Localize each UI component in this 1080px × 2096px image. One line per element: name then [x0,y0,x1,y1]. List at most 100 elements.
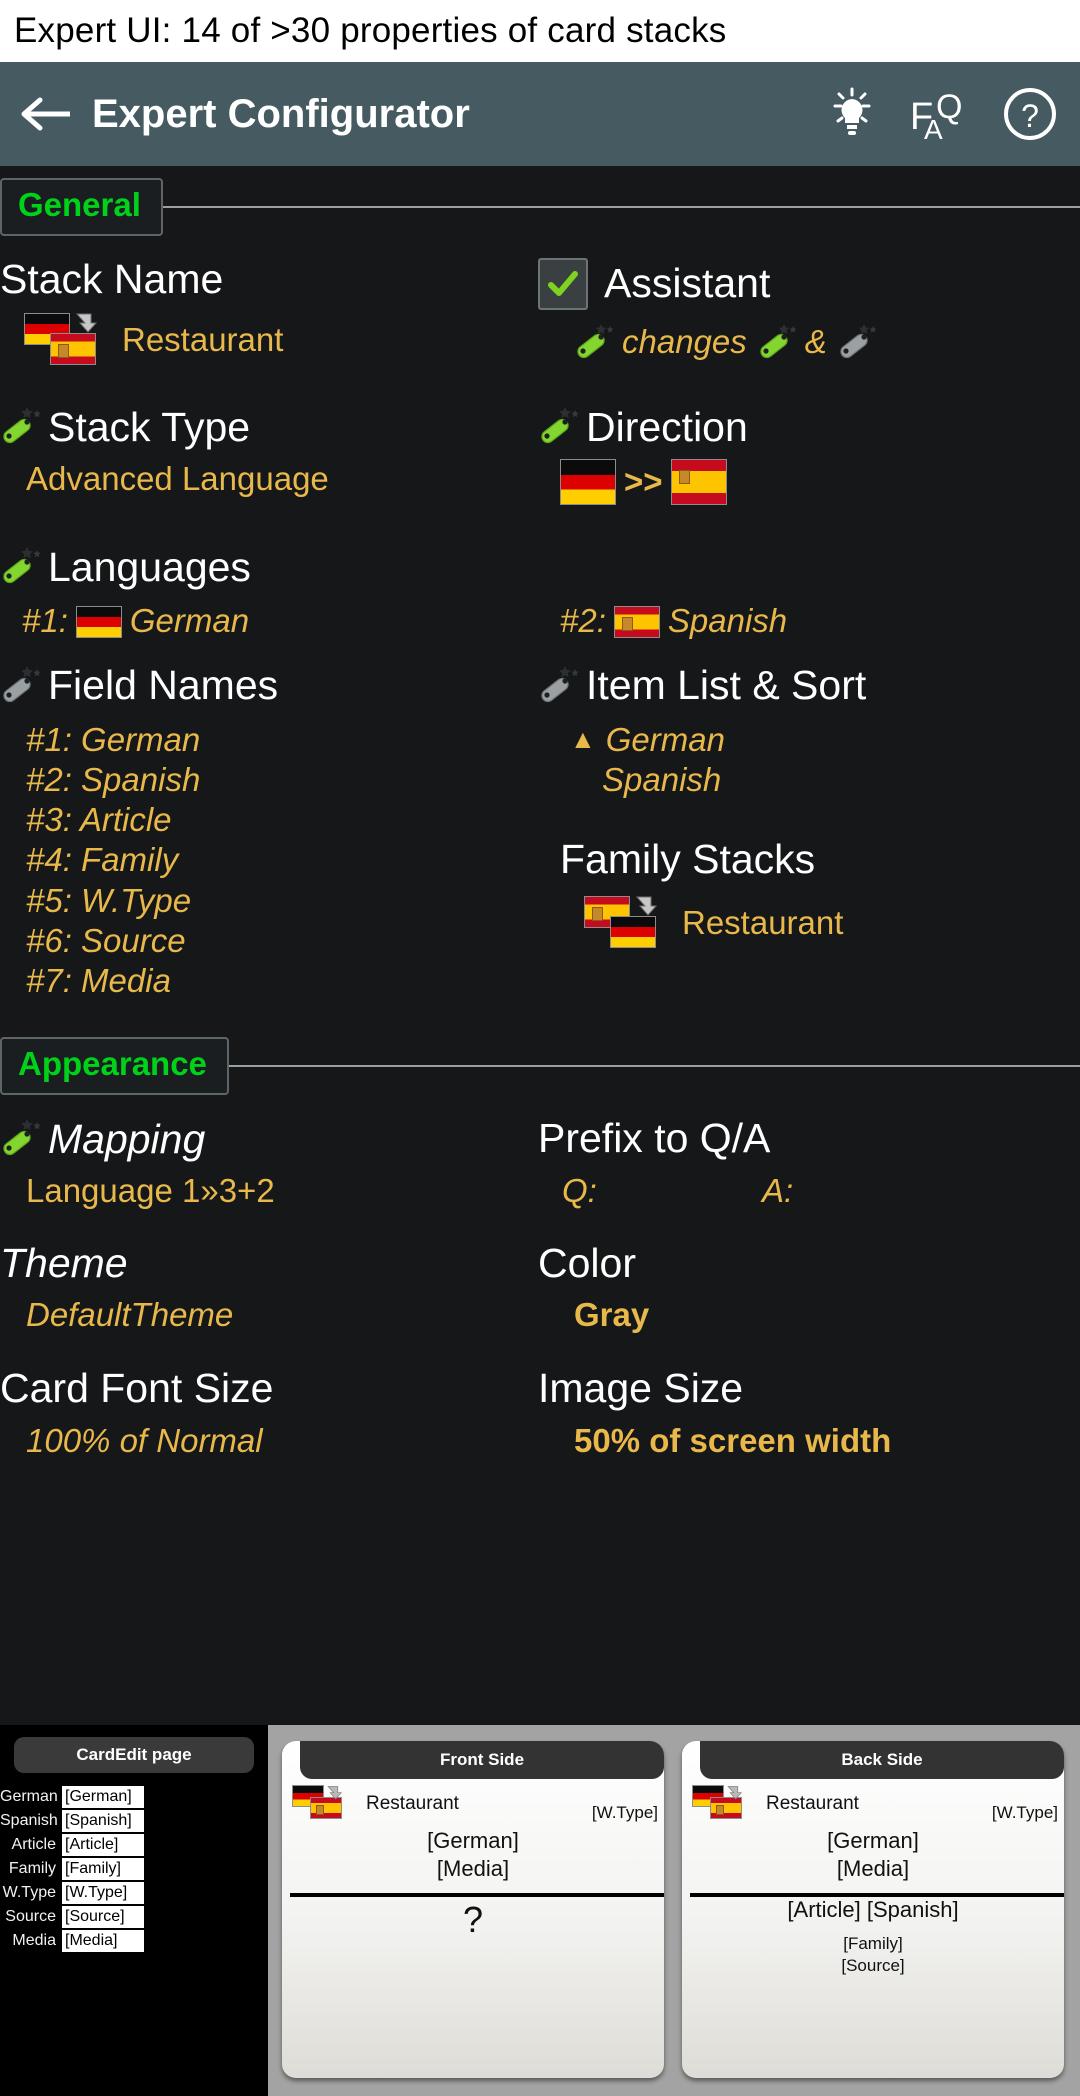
section-general-label[interactable]: General [0,178,163,236]
list-item[interactable]: Media [Media] [0,1929,268,1953]
section-divider [162,206,1080,208]
row-mapping-prefix: Mapping Language 1»3+2 Prefix to Q/A Q: … [0,1116,1080,1211]
field-theme[interactable]: Theme DefaultTheme [0,1241,538,1336]
language-2-name: Spanish [667,602,788,640]
cardedit-preview[interactable]: CardEdit page German [German] Spanish [S… [0,1725,268,2096]
field-item-list-sort[interactable]: Item List & Sort ▲ German Spanish Family… [538,663,1080,1002]
field-name-item[interactable]: #5: W.Type [26,881,530,921]
field-stack-type[interactable]: Stack Type Advanced Language [0,405,538,505]
field-field-names[interactable]: Field Names #1: German #2: Spanish #3: A… [0,663,538,1002]
list-item[interactable]: German [German] [0,1785,268,1809]
color-value: Gray [574,1296,650,1334]
stack-type-label: Stack Type [48,403,251,450]
front-card-line2: [Media] [436,1855,510,1881]
section-appearance-label[interactable]: Appearance [0,1037,229,1096]
list-item[interactable]: Family [Family] [0,1857,268,1881]
preview-pane: CardEdit page German [German] Spanish [S… [0,1725,1080,2096]
flag-es-icon [613,605,660,638]
cardedit-row-input[interactable]: [W.Type] [62,1882,144,1904]
list-item[interactable]: Source [Source] [0,1905,268,1929]
back-card-line1: [German] [827,1828,919,1853]
prefix-q-value[interactable]: Q: [562,1171,762,1211]
cardedit-row-label: German [0,1788,58,1805]
flag-de-icon [75,605,122,638]
flag-pair-de-es-icon [22,309,118,371]
stack-name-value-row[interactable]: Restaurant [22,309,530,371]
image-size-label: Image Size [538,1365,744,1412]
list-item[interactable]: Spanish [Spanish] [0,1809,268,1833]
flag-pair-de-es-icon [292,1783,362,1825]
list-item[interactable]: Article [Article] [0,1833,268,1857]
field-name-item[interactable]: #6: Source [26,921,530,961]
cardedit-row-input[interactable]: [Article] [62,1834,144,1856]
front-card-preview[interactable]: Front Side Restaurant [W.Type] [German] … [282,1741,664,2078]
field-prefix-qa[interactable]: Prefix to Q/A Q: A: [538,1116,1080,1211]
field-name-item[interactable]: #4: Family [26,840,530,880]
flag-de-icon [560,459,616,506]
magic-wand-green-icon [574,320,620,364]
back-card-wtype: [W.Type] [991,1803,1058,1822]
row-fieldnames-itemlist: Field Names #1: German #2: Spanish #3: A… [0,663,1080,1002]
list-item[interactable]: W.Type [W.Type] [0,1881,268,1905]
card-font-size-label: Card Font Size [0,1365,274,1412]
field-languages-second[interactable]: #2: Spanish [538,545,1080,641]
mapping-value: Language 1»3+2 [26,1172,275,1210]
assistant-note-row: changes & [574,320,1072,364]
field-direction[interactable]: Direction >> [538,405,1080,506]
languages-label: Languages [48,543,251,590]
magic-wand-gray-icon [0,664,46,708]
cardedit-row-label: Media [12,1932,56,1949]
prefix-a-value[interactable]: A: [762,1171,793,1211]
item-list-entry-2[interactable]: Spanish [602,760,1072,800]
field-color[interactable]: Color Gray [538,1241,1080,1336]
card-previews: Front Side Restaurant [W.Type] [German] … [268,1725,1080,2096]
field-stack-name[interactable]: Stack Name Restaurant [0,257,538,371]
stack-type-label-row: Stack Type [0,405,530,449]
cardedit-row-input[interactable]: [Source] [62,1906,144,1928]
image-size-value: 50% of screen width [574,1421,892,1459]
magic-wand-gray-icon [538,664,584,708]
row-fontsize-imagesize: Card Font Size 100% of Normal Image Size… [0,1365,1080,1461]
magic-wand-green-icon [0,405,46,449]
cardedit-row-input[interactable]: [Family] [62,1858,144,1880]
field-name-item[interactable]: #1: German [26,720,530,760]
cardedit-title[interactable]: CardEdit page [14,1737,254,1773]
field-card-font-size[interactable]: Card Font Size 100% of Normal [0,1365,538,1461]
front-card-tab[interactable]: Front Side [300,1741,664,1779]
field-mapping[interactable]: Mapping Language 1»3+2 [0,1117,538,1211]
field-name-item[interactable]: #7: Media [26,961,530,1001]
appbar-actions: F A Q ? [824,86,1058,145]
row-theme-color: Theme DefaultTheme Color Gray [0,1241,1080,1336]
cardedit-row-input[interactable]: [German] [62,1786,144,1808]
item-list-entry-1[interactable]: ▲ German [570,720,1072,760]
svg-text:?: ? [1021,98,1039,134]
cardedit-row-input[interactable]: [Media] [62,1930,144,1952]
front-card-header: Restaurant [292,1783,459,1825]
field-languages[interactable]: Languages #1: German [0,545,538,641]
direction-arrow: >> [624,463,663,501]
settings-scroll-area[interactable]: General Stack Name Restaurant Assistant … [0,166,1080,1725]
back-card-tab[interactable]: Back Side [700,1741,1064,1779]
field-assistant[interactable]: Assistant changes & [538,258,1080,371]
language-entry-2[interactable]: #2: Spanish [560,601,1072,641]
magic-wand-green-icon [0,545,46,589]
family-stacks-value-row[interactable]: Restaurant [582,892,1072,954]
faq-letter-q: Q [936,88,963,126]
front-card-wtype: [W.Type] [591,1803,658,1822]
assistant-checkbox[interactable] [538,258,588,310]
language-1-index: #1: [22,602,68,640]
faq-icon[interactable]: F A Q [910,86,972,145]
section-general-header: General [0,174,1080,240]
back-arrow-icon[interactable] [18,90,76,138]
field-name-item[interactable]: #2: Spanish [26,760,530,800]
back-card-preview[interactable]: Back Side Restaurant [W.Type] [German] [… [682,1741,1064,2078]
page-title: Expert Configurator [92,91,470,136]
cardedit-row-input[interactable]: [Spanish] [62,1810,144,1832]
magic-wand-green-icon [538,405,584,449]
field-name-item[interactable]: #3: Article [26,800,530,840]
lightbulb-icon[interactable] [824,86,880,142]
back-card-header: Restaurant [692,1783,859,1825]
help-circle-icon[interactable]: ? [1002,86,1058,142]
field-image-size[interactable]: Image Size 50% of screen width [538,1365,1080,1461]
language-entry-1[interactable]: #1: German [22,601,530,641]
